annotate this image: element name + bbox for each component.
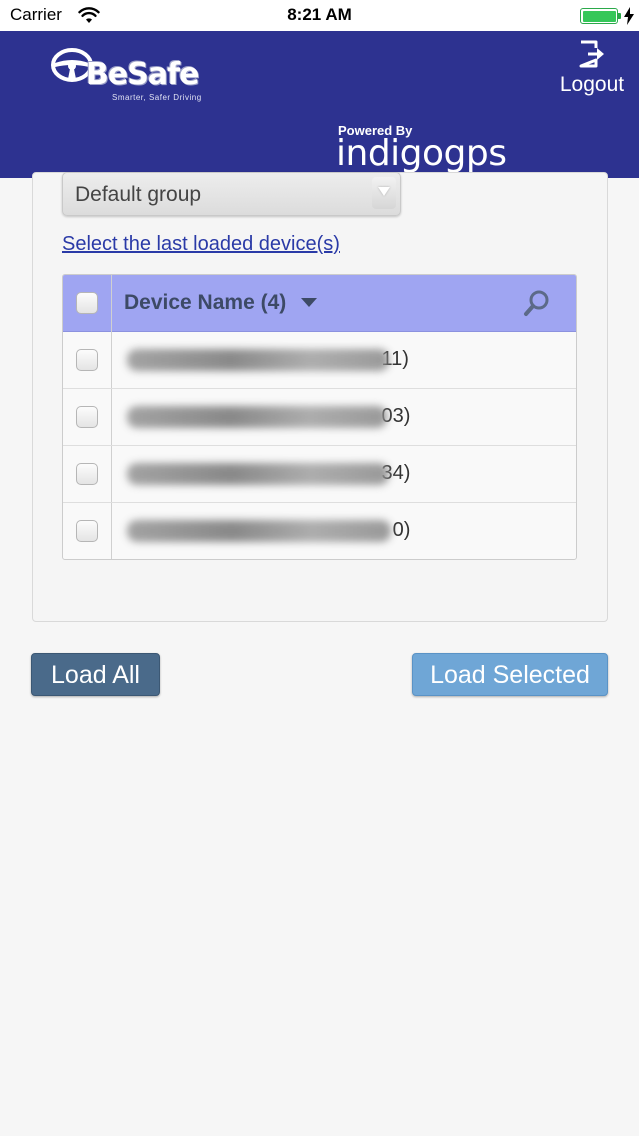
chevron-down-icon	[378, 187, 390, 196]
select-last-loaded-link[interactable]: Select the last loaded device(s)	[62, 233, 340, 256]
battery-tip	[618, 13, 621, 19]
device-name-column-header[interactable]: Device Name (4)	[124, 291, 286, 315]
logout-button[interactable]: Logout	[552, 39, 632, 109]
logout-label: Logout	[559, 73, 625, 96]
logo-brand-text: BeSafe	[86, 57, 199, 92]
status-time: 8:21 AM	[287, 5, 352, 24]
status-bar: Carrier 8:21 AM	[0, 0, 639, 31]
group-select-arrow-box	[372, 177, 396, 209]
device-checkbox[interactable]	[76, 520, 98, 542]
device-checkbox[interactable]	[76, 463, 98, 485]
device-row[interactable]: SPD000000000000000000003)	[63, 389, 576, 446]
device-row[interactable]: SPD000000000000000000011)	[63, 332, 576, 389]
redacted-blur	[127, 349, 389, 371]
redacted-blur	[127, 406, 387, 428]
logout-icon	[579, 40, 604, 68]
besafe-logo: BeSafe Smarter, Safer Driving	[50, 43, 260, 103]
charging-bolt-icon	[624, 7, 634, 25]
device-table-header: Device Name (4)	[63, 275, 576, 559]
indigogps-logo: Powered By indigogps	[336, 123, 556, 177]
group-select[interactable]: Default group	[62, 172, 401, 216]
redacted-blur	[127, 520, 391, 542]
search-icon[interactable]	[523, 289, 551, 317]
load-all-button[interactable]: Load All	[31, 653, 160, 696]
redacted-blur	[127, 463, 389, 485]
select-all-checkbox[interactable]	[76, 292, 98, 314]
device-checkbox[interactable]	[76, 406, 98, 428]
sort-arrow-icon[interactable]	[301, 298, 317, 307]
logo-tagline: Smarter, Safer Driving	[112, 93, 202, 102]
group-select-value: Default group	[75, 183, 202, 206]
app-header: BeSafe Smarter, Safer Driving Logout Pow…	[0, 31, 639, 178]
device-checkbox[interactable]	[76, 349, 98, 371]
powered-by-name: indigogps	[336, 133, 507, 174]
device-table: Device Name (4) SPD000000000000000000011…	[62, 274, 577, 560]
load-selected-button[interactable]: Load Selected	[412, 653, 608, 696]
device-row[interactable]: SPD000000000000000000000)	[63, 503, 576, 559]
device-row[interactable]: SPD000000000000000000034)	[63, 446, 576, 503]
battery-icon	[580, 8, 618, 24]
